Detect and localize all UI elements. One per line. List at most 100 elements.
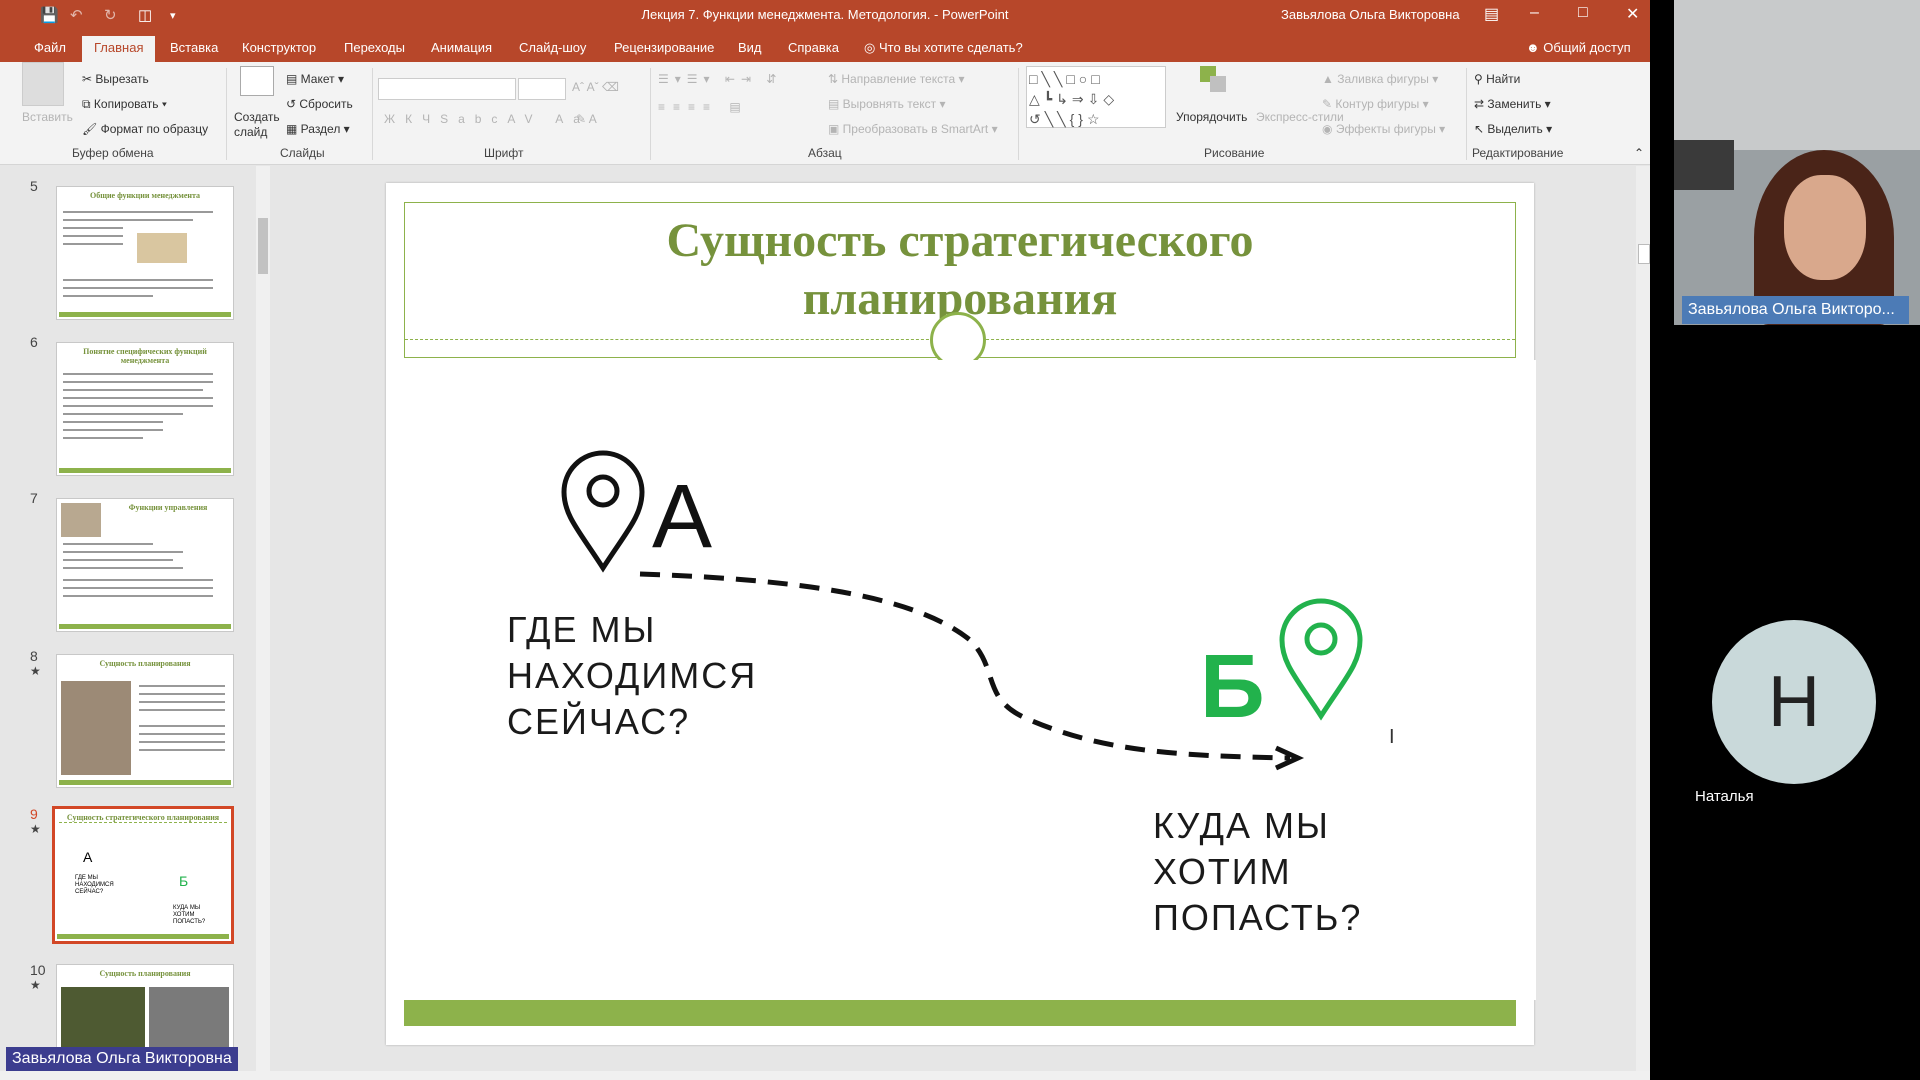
slide-thumbnail-5[interactable]: Общие функции менеджмента [56, 186, 234, 320]
shapes-gallery[interactable]: □╲╲□○□ △┗↳⇒⇩◇ ↺╲╲{}☆ [1026, 66, 1166, 128]
list-buttons[interactable]: ☰▾☰▾ ⇤⇥ ⇵ [658, 72, 782, 86]
select-button[interactable]: ↖ Выделить ▾ [1474, 122, 1552, 136]
title-bar: 💾 ↶ ↻ ◫ ▾ Лекция 7. Функции менеджмента.… [0, 0, 1650, 30]
question-where-now: ГДЕ МЫ НАХОДИМСЯ СЕЙЧАС? [507, 607, 757, 745]
point-b-label: Б [1200, 637, 1265, 737]
tab-file[interactable]: Файл [34, 40, 66, 55]
grow-font-icon[interactable]: Aˆ Aˇ ⌫ [572, 80, 619, 94]
shape-outline-button[interactable]: ✎ Контур фигуры ▾ [1322, 97, 1429, 111]
thumbnails-scrollbar[interactable] [256, 166, 270, 1071]
font-color-icon[interactable]: ✎ A [576, 112, 597, 126]
shape-effects-button[interactable]: ◉ Эффекты фигуры ▾ [1322, 122, 1445, 136]
format-painter-label: Формат по образцу [100, 122, 209, 136]
powerpoint-window: 💾 ↶ ↻ ◫ ▾ Лекция 7. Функции менеджмента.… [0, 0, 1650, 1080]
slide-thumbnail-6[interactable]: Понятие специфических функций менеджмент… [56, 342, 234, 476]
presenter-video[interactable] [1674, 0, 1920, 325]
layout-label: Макет [300, 72, 335, 86]
thumb-number: 6 [30, 334, 38, 350]
group-divider [1018, 68, 1019, 160]
cut-button[interactable]: ✂ Вырезать [82, 72, 149, 86]
replace-label: Заменить [1487, 97, 1542, 111]
cursor-icon: ↖ [1474, 122, 1488, 136]
tab-design[interactable]: Конструктор [242, 40, 316, 55]
thumb-title: Сущность планирования [99, 969, 191, 978]
question-b-line: КУДА МЫ [1153, 805, 1330, 846]
tab-home[interactable]: Главная [82, 36, 156, 62]
new-slide-button[interactable]: Создать слайд [234, 110, 280, 140]
thumb-number: 8 [30, 648, 38, 664]
thumb-question-a: ГДЕ МЫ НАХОДИМСЯ СЕЙЧАС? [75, 875, 114, 895]
text-direction-label: Направление текста [841, 72, 956, 86]
copy-label: Копировать [93, 97, 159, 111]
thumb-title: Понятие специфических функций менеджмент… [83, 347, 207, 365]
thumb-question-b: КУДА МЫ ХОТИМ ПОПАСТЬ? [173, 905, 206, 925]
font-size-input[interactable] [518, 78, 566, 100]
group-label-font: Шрифт [484, 146, 524, 160]
smartart-button[interactable]: ▣ Преобразовать в SmartArt ▾ [828, 122, 998, 136]
slide-thumbnail-8[interactable]: Сущность планирования [56, 654, 234, 788]
thumb-number: 9 [30, 806, 38, 822]
paste-icon[interactable] [22, 62, 64, 106]
thumb-title: Общие функции менеджмента [89, 191, 201, 200]
avatar[interactable]: Н [1712, 620, 1876, 784]
animation-star-icon: ★ [30, 978, 41, 992]
text-direction-button[interactable]: ⇅ Направление текста ▾ [828, 72, 965, 86]
ribbon: Вставить ✂ Вырезать ⧉ Копировать ▾ 🖌 Фор… [0, 62, 1650, 165]
replace-button[interactable]: ⇄ Заменить ▾ [1474, 97, 1551, 111]
thumb-point-b: Б [179, 873, 189, 889]
arrange-icon[interactable] [1198, 64, 1232, 94]
text-cursor-icon: I [1389, 726, 1395, 748]
person-icon: ☻ [1526, 40, 1544, 55]
tab-review[interactable]: Рецензирование [614, 40, 714, 55]
active-speaker-badge: Завьялова Ольга Викторовна [6, 1047, 238, 1071]
thumb-number: 5 [30, 178, 38, 194]
close-icon[interactable]: ✕ [1626, 4, 1639, 24]
tab-animations[interactable]: Анимация [431, 40, 492, 55]
ribbon-tabs: Файл Главная Вставка Конструктор Переход… [0, 30, 1650, 62]
layout-button[interactable]: ▤ Макет ▾ [286, 72, 344, 86]
tab-help[interactable]: Справка [788, 40, 839, 55]
tab-view[interactable]: Вид [738, 40, 762, 55]
collapse-ribbon-icon[interactable]: ⌃ [1634, 146, 1644, 160]
pin-a-icon [561, 450, 645, 573]
tell-me-search[interactable]: ◎ Что вы хотите сделать? [864, 40, 1023, 56]
question-where-to: КУДА МЫ ХОТИМ ПОПАСТЬ? [1153, 803, 1362, 941]
reset-label: Сбросить [299, 97, 353, 111]
maximize-icon[interactable]: □ [1578, 4, 1588, 22]
format-painter-button[interactable]: 🖌 Формат по образцу [82, 122, 208, 136]
signed-in-user[interactable]: Завьялова Ольга Викторовна [1281, 7, 1460, 22]
question-a-line: СЕЙЧАС? [507, 701, 691, 742]
new-slide-icon[interactable] [240, 66, 274, 96]
slide-scrollbar[interactable] [1636, 166, 1650, 1071]
thumb-number: 7 [30, 490, 38, 506]
paste-button[interactable]: Вставить [22, 110, 73, 124]
group-label-drawing: Рисование [1204, 146, 1265, 160]
align-buttons[interactable]: ≡≡≡≡ ▤ [658, 100, 749, 114]
group-divider [650, 68, 651, 160]
section-label: Раздел [300, 122, 341, 136]
align-text-button[interactable]: ▤ Выровнять текст ▾ [828, 97, 946, 111]
question-b-line: ПОПАСТЬ? [1153, 897, 1363, 938]
presenter-name-label: Завьялова Ольга Викторо... [1682, 296, 1909, 324]
tab-transitions[interactable]: Переходы [344, 40, 405, 55]
ribbon-display-icon[interactable]: ▤ [1484, 4, 1499, 24]
brush-icon: 🖌 [82, 122, 101, 136]
reset-button[interactable]: ↺ Сбросить [286, 97, 353, 111]
minimize-icon[interactable]: – [1530, 4, 1539, 22]
copy-button[interactable]: ⧉ Копировать ▾ [82, 97, 167, 112]
arrange-button[interactable]: Упорядочить [1176, 110, 1247, 124]
group-label-clipboard: Буфер обмена [72, 146, 154, 160]
font-style-buttons[interactable]: ЖКЧSabcAV Aa [384, 112, 590, 126]
find-button[interactable]: ⚲ Найти [1474, 72, 1520, 86]
shape-fill-button[interactable]: ▲ Заливка фигуры ▾ [1322, 72, 1438, 86]
tab-slideshow[interactable]: Слайд-шоу [519, 40, 586, 55]
section-button[interactable]: ▦ Раздел ▾ [286, 122, 350, 136]
tab-insert[interactable]: Вставка [170, 40, 218, 55]
slide-thumbnail-9-selected[interactable]: Сущность стратегического планирования А … [52, 806, 234, 944]
share-button[interactable]: ☻ Общий доступ [1526, 40, 1631, 55]
slide-title[interactable]: Сущность стратегического планирования [404, 212, 1516, 328]
font-name-input[interactable] [378, 78, 516, 100]
slide-thumbnail-7[interactable]: Функции управления [56, 498, 234, 632]
pin-b-icon [1279, 598, 1363, 721]
thumb-number: 10 [30, 962, 46, 978]
